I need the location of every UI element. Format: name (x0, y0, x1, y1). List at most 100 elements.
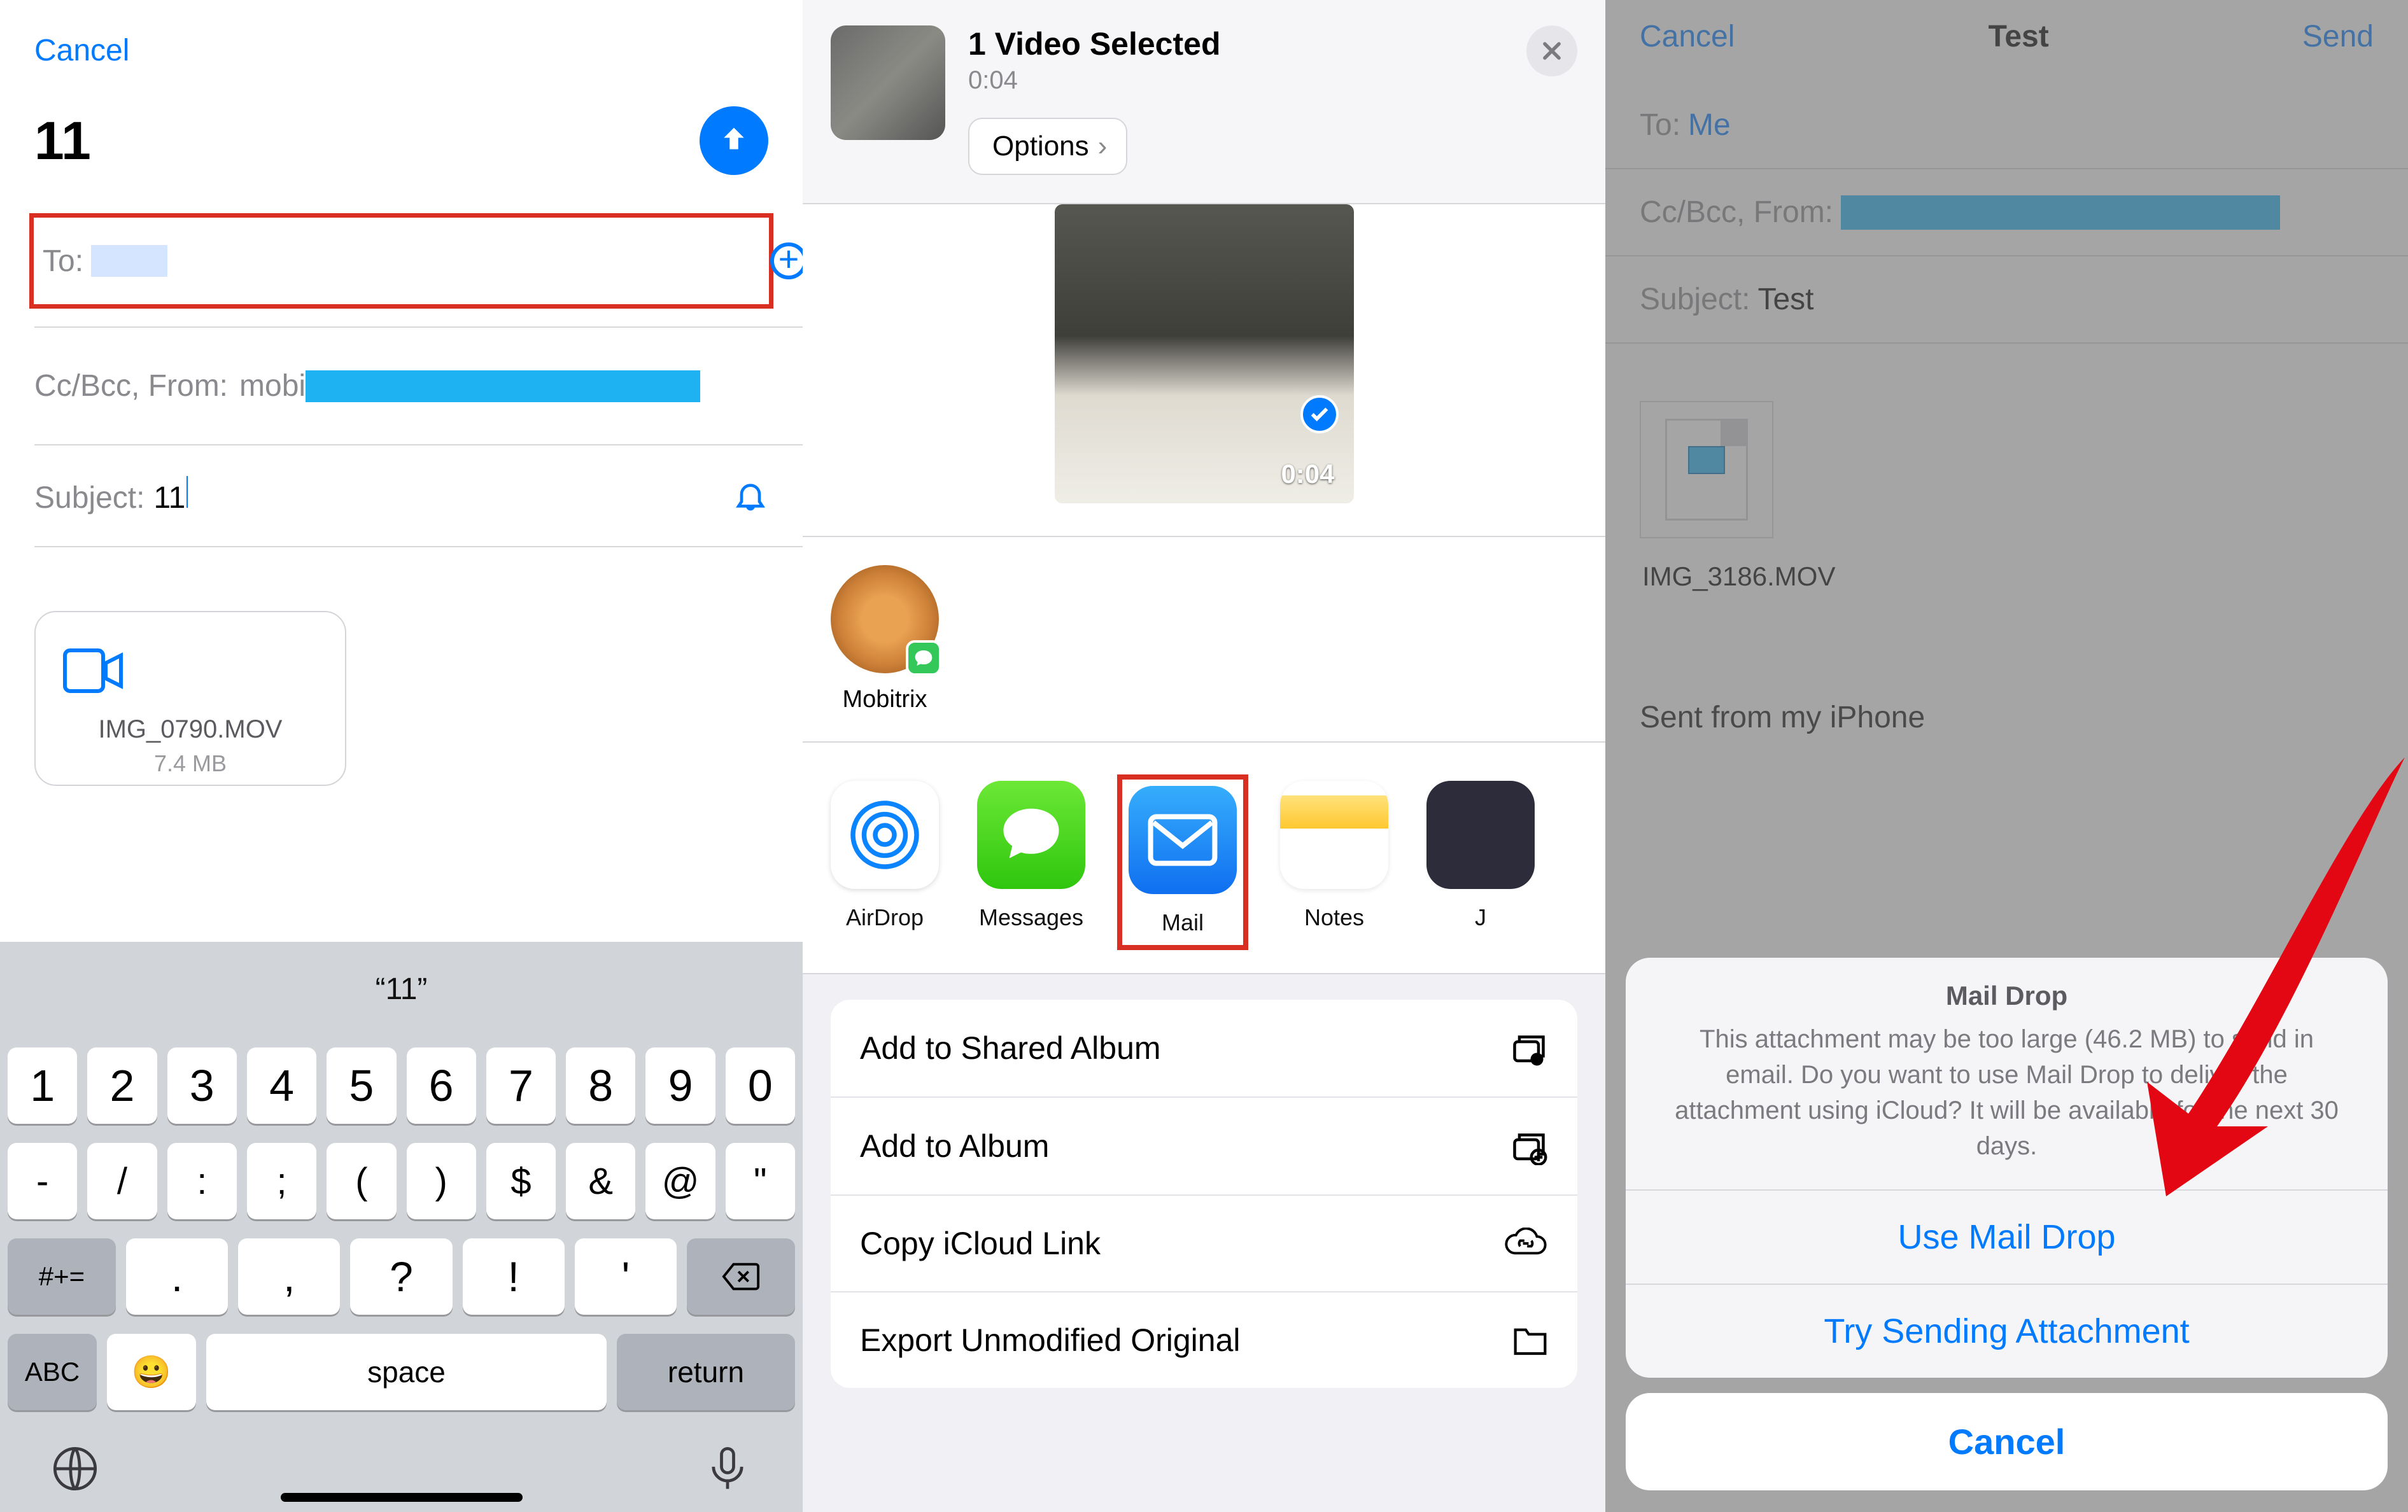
home-indicator (281, 1493, 523, 1502)
key-rparen[interactable]: ) (407, 1143, 476, 1219)
key-slash[interactable]: / (87, 1143, 157, 1219)
globe-icon[interactable] (51, 1445, 99, 1493)
dialog-cancel-button[interactable]: Cancel (1626, 1393, 2388, 1490)
options-button[interactable]: Options › (968, 118, 1127, 175)
key-3[interactable]: 3 (167, 1047, 237, 1124)
action-add-album[interactable]: Add to Album (831, 1098, 1577, 1196)
subject-label: Subject: (34, 480, 144, 515)
key-lparen[interactable]: ( (327, 1143, 396, 1219)
key-exclaim[interactable]: ! (463, 1238, 565, 1315)
key-colon[interactable]: : (167, 1143, 237, 1219)
key-apostrophe[interactable]: ' (575, 1238, 677, 1315)
export-folder-icon (1512, 1324, 1548, 1357)
close-icon (1540, 39, 1564, 63)
notes-icon (1280, 781, 1388, 889)
attachment-name: IMG_0790.MOV (61, 715, 320, 744)
key-return[interactable]: return (617, 1334, 795, 1410)
video-file-icon (61, 645, 125, 696)
key-dollar[interactable]: $ (486, 1143, 556, 1219)
key-comma[interactable]: , (238, 1238, 340, 1315)
cc-bcc-from-row[interactable]: Cc/Bcc, From: mobi (0, 328, 803, 444)
key-2[interactable]: 2 (87, 1047, 157, 1124)
share-duration: 0:04 (968, 66, 1503, 95)
key-9[interactable]: 9 (645, 1047, 715, 1124)
mail-drop-dialog: Mail Drop This attachment may be too lar… (1626, 958, 2388, 1378)
messages-badge-icon (906, 640, 941, 676)
contact-avatar[interactable] (831, 565, 939, 673)
key-7[interactable]: 7 (486, 1047, 556, 1124)
messages-icon (996, 800, 1066, 870)
key-dash[interactable]: - (8, 1143, 77, 1219)
attachment-size: 7.4 MB (61, 750, 320, 777)
key-4[interactable]: 4 (247, 1047, 316, 1124)
key-1[interactable]: 1 (8, 1047, 77, 1124)
key-0[interactable]: 0 (726, 1047, 795, 1124)
arrow-up-icon (717, 123, 751, 158)
close-button[interactable] (1526, 25, 1577, 76)
mic-icon[interactable] (703, 1445, 752, 1493)
add-recipient-button[interactable] (770, 242, 803, 279)
use-mail-drop-button[interactable]: Use Mail Drop (1626, 1189, 2388, 1284)
chevron-right-icon: › (1098, 130, 1108, 162)
share-header: 1 Video Selected 0:04 Options › (803, 0, 1605, 204)
cancel-button[interactable]: Cancel (0, 0, 803, 68)
cloud-link-icon (1503, 1228, 1548, 1259)
key-question[interactable]: ? (350, 1238, 452, 1315)
key-symbols[interactable]: #+= (8, 1238, 116, 1315)
send-button[interactable] (700, 106, 768, 175)
action-export-original[interactable]: Export Unmodified Original (831, 1292, 1577, 1388)
airdrop-icon (847, 797, 923, 873)
share-actions-list: Add to Shared Album Add to Album Copy iC… (831, 1000, 1577, 1388)
compose-mail-screen: Cancel 11 To: Cc/Bcc, From: mobi Subject… (0, 0, 803, 1512)
notes-app[interactable]: Notes (1280, 781, 1388, 931)
action-copy-icloud[interactable]: Copy iCloud Link (831, 1196, 1577, 1292)
key-period[interactable]: . (126, 1238, 228, 1315)
from-address-redacted (306, 370, 700, 402)
shared-album-icon (1510, 1029, 1548, 1067)
subject-row[interactable]: Subject: 11 (0, 445, 803, 546)
key-space[interactable]: space (206, 1334, 607, 1410)
mail-icon (1148, 811, 1218, 869)
selected-checkmark-icon (1300, 395, 1339, 433)
action-shared-album[interactable]: Add to Shared Album (831, 1000, 1577, 1098)
video-preview[interactable]: 0:04 (1055, 204, 1354, 503)
share-apps-row: AirDrop Messages Mail Notes J (803, 743, 1605, 974)
mail-app[interactable]: Mail (1129, 786, 1237, 936)
to-field-row[interactable]: To: (29, 213, 773, 309)
mail-app-highlight: Mail (1117, 774, 1248, 950)
key-emoji[interactable]: 😀 (107, 1334, 196, 1410)
try-sending-button[interactable]: Try Sending Attachment (1626, 1284, 2388, 1378)
cc-text-prefix: mobi (239, 368, 306, 403)
key-quote[interactable]: " (726, 1143, 795, 1219)
cc-label: Cc/Bcc, From: (34, 368, 228, 403)
key-8[interactable]: 8 (566, 1047, 635, 1124)
key-semicolon[interactable]: ; (247, 1143, 316, 1219)
bell-icon[interactable] (733, 478, 768, 514)
video-duration-badge: 0:04 (1281, 459, 1334, 489)
airdrop-app[interactable]: AirDrop (831, 781, 939, 931)
dialog-title: Mail Drop (1626, 958, 2388, 1021)
contact-name: Mobitrix (831, 686, 939, 713)
subject-input[interactable]: 11 (153, 480, 185, 515)
messages-app[interactable]: Messages (977, 781, 1085, 931)
album-plus-icon (1510, 1127, 1548, 1165)
key-at[interactable]: @ (645, 1143, 715, 1219)
key-6[interactable]: 6 (407, 1047, 476, 1124)
key-backspace[interactable] (687, 1238, 795, 1315)
keyboard-suggestion[interactable]: “11” (0, 942, 803, 1036)
to-label: To: (43, 244, 83, 279)
video-thumbnail (831, 25, 945, 140)
share-sheet-screen: 1 Video Selected 0:04 Options › 0:04 (803, 0, 1605, 1512)
contacts-row: Mobitrix (803, 537, 1605, 743)
key-5[interactable]: 5 (327, 1047, 396, 1124)
numeric-keyboard: “11” 1 2 3 4 5 6 7 8 9 0 - / : ; ( ) $ (0, 942, 803, 1512)
dialog-body: This attachment may be too large (46.2 M… (1626, 1021, 2388, 1189)
key-amp[interactable]: & (566, 1143, 635, 1219)
key-abc[interactable]: ABC (8, 1334, 97, 1410)
attachment-card[interactable]: IMG_0790.MOV 7.4 MB (34, 611, 346, 786)
mail-drop-screen: Cancel Test Send To: Me Cc/Bcc, From: Su… (1605, 0, 2408, 1512)
compose-title: 11 (34, 110, 91, 172)
app-partial[interactable]: J (1426, 781, 1535, 931)
to-recipient-redacted (91, 245, 167, 277)
share-title: 1 Video Selected (968, 25, 1503, 62)
